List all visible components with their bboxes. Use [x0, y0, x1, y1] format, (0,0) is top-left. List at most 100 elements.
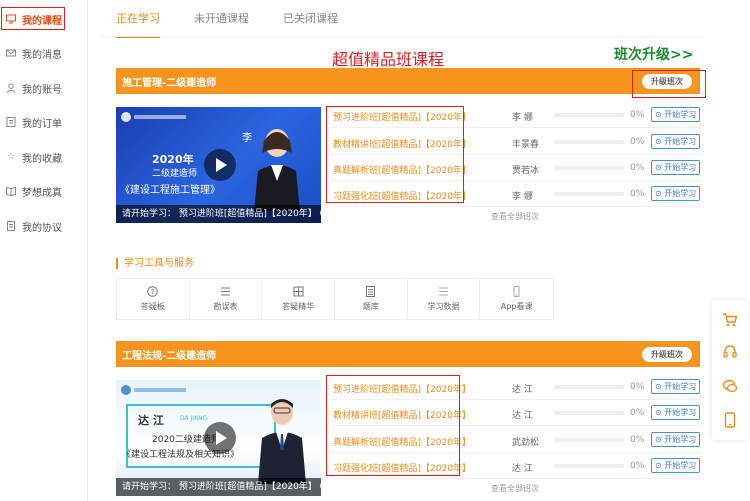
video-cert: 二级建造师 — [152, 169, 198, 179]
progress-percent: 0% — [630, 189, 645, 199]
progress-bar — [554, 411, 624, 415]
progress-bar — [554, 464, 624, 468]
tab-studying[interactable]: 正在学习 — [116, 8, 160, 38]
progress-percent: 0% — [630, 408, 645, 418]
progress-bar — [554, 192, 624, 196]
start-study-label: 开始学习 — [664, 435, 697, 444]
start-study-button[interactable]: ⊙ 开始学习 — [651, 458, 701, 473]
sidebar-item-label: 我的收藏 — [22, 153, 62, 165]
play-circle-icon: ⊙ — [655, 137, 662, 146]
video-caption: 请开始学习： 预习进阶班[超值精品]【2020年】 0% — [116, 205, 321, 223]
video-year: 2020年 — [152, 153, 194, 166]
floating-toolbar — [712, 300, 748, 440]
doc-icon — [6, 221, 16, 231]
doc-icon — [365, 286, 376, 298]
play-circle-icon: ⊙ — [655, 435, 662, 444]
start-study-label: 开始学习 — [664, 137, 697, 146]
data-icon — [438, 286, 449, 298]
play-circle-icon: ⊙ — [655, 408, 662, 417]
tool-label: 答疑板 — [140, 302, 165, 311]
view-all-classes-link[interactable]: 查看全部班次 — [491, 211, 539, 222]
highlight-box-upgrade — [632, 70, 706, 98]
sidebar-item-label: 我的消息 — [22, 49, 62, 61]
start-study-label: 开始学习 — [664, 461, 697, 470]
start-study-button[interactable]: ⊙ 开始学习 — [651, 107, 701, 122]
sidebar-item-label: 我的协议 — [22, 222, 62, 234]
cart-icon[interactable] — [722, 312, 738, 328]
grid-icon — [293, 286, 304, 298]
tool-label: 答疑精华 — [282, 302, 315, 311]
brand-logo — [121, 112, 186, 122]
tool-app-watch[interactable]: App看课 — [480, 279, 553, 319]
video-caption: 请开始学习： 预习进阶班[超值精品]【2020年】 0% — [116, 478, 321, 496]
list-icon — [220, 286, 231, 298]
course-video-thumbnail[interactable]: 2020年 二级建造师 《建设工程施工管理》 李 请开始学习： 预习进阶班[超值… — [116, 107, 321, 223]
start-study-label: 开始学习 — [664, 189, 697, 198]
play-icon[interactable] — [204, 422, 236, 454]
sidebar-item-favorites[interactable]: ☆ 我的收藏 — [0, 145, 88, 169]
sidebar-item-label: 我的订单 — [22, 118, 62, 130]
teacher-name: 达 江 — [512, 411, 533, 421]
start-study-button[interactable]: ⊙ 开始学习 — [651, 405, 701, 420]
start-study-label: 开始学习 — [664, 163, 697, 172]
progress-percent: 0% — [630, 461, 645, 471]
teacher-photo — [254, 129, 300, 211]
sidebar-item-agreement[interactable]: 我的协议 — [0, 214, 88, 238]
progress-percent: 0% — [630, 435, 645, 445]
svg-text:?: ? — [151, 288, 155, 296]
upgrade-class-link[interactable]: 班次升级>> — [614, 44, 693, 64]
sidebar-item-account[interactable]: 我的账号 — [0, 76, 88, 100]
tool-errata[interactable]: 勘误表 — [190, 279, 263, 319]
tab-not-opened[interactable]: 未开通课程 — [194, 8, 249, 32]
course-video-thumbnail[interactable]: 达 江 DA JIANG 2020二级建造师 《建设工程法规及相关知识》 请开始… — [116, 380, 321, 496]
play-icon[interactable] — [204, 149, 236, 181]
question-icon: ? — [147, 286, 159, 298]
start-study-button[interactable]: ⊙ 开始学习 — [651, 379, 701, 394]
chat-icon[interactable] — [722, 378, 738, 394]
order-icon — [6, 117, 16, 127]
tool-qa-board[interactable]: ? 答疑板 — [117, 279, 190, 319]
start-study-button[interactable]: ⊙ 开始学习 — [651, 432, 701, 447]
sidebar-item-messages[interactable]: 我的消息 — [0, 41, 88, 65]
page: 我的课程 我的消息 我的账号 我的订单 ☆ 我的收藏 梦想成真 我的协议 正在学… — [0, 0, 750, 501]
star-icon: ☆ — [6, 152, 16, 162]
sidebar-item-label: 梦想成真 — [22, 187, 62, 199]
start-study-button[interactable]: ⊙ 开始学习 — [651, 186, 701, 201]
tool-label: 学习数据 — [427, 302, 460, 311]
play-circle-icon: ⊙ — [655, 163, 662, 172]
tools-grid: ? 答疑板 勘误表 答疑精华 题库 学习数据 App看课 — [116, 278, 554, 320]
tool-qa-essence[interactable]: 答疑精华 — [262, 279, 336, 319]
view-all-classes-link[interactable]: 查看全部班次 — [491, 483, 539, 494]
tablet-icon[interactable] — [722, 412, 738, 428]
start-study-label: 开始学习 — [664, 382, 697, 391]
course-title: 施工管理-二级建造师 — [122, 77, 217, 89]
tool-question-bank[interactable]: 题库 — [335, 279, 408, 319]
tool-label: App看课 — [500, 302, 533, 311]
teacher-name: 达 江 — [512, 464, 533, 474]
start-study-button[interactable]: ⊙ 开始学习 — [651, 160, 701, 175]
teacher-name: 李 娜 — [512, 113, 533, 123]
progress-bar — [554, 438, 624, 442]
progress-percent: 0% — [630, 382, 645, 392]
tool-study-data[interactable]: 学习数据 — [408, 279, 481, 319]
play-circle-icon: ⊙ — [655, 189, 662, 198]
play-circle-icon: ⊙ — [655, 382, 662, 391]
teacher-name: 李 娜 — [512, 192, 533, 202]
teacher-name: 丰景春 — [512, 140, 540, 150]
mail-icon — [6, 48, 16, 58]
highlight-box-classes — [326, 375, 460, 476]
tab-bar: 正在学习 未开通课程 已关闭课程 — [116, 8, 372, 38]
sidebar-item-dream[interactable]: 梦想成真 — [0, 179, 88, 203]
play-circle-icon: ⊙ — [655, 110, 662, 119]
tab-closed[interactable]: 已关闭课程 — [283, 8, 338, 32]
course-header: 工程法规-二级建造师 升级班次 — [116, 341, 700, 367]
brand-logo — [121, 385, 186, 395]
headset-icon[interactable] — [722, 344, 738, 360]
highlight-box-classes — [326, 106, 464, 203]
start-study-button[interactable]: ⊙ 开始学习 — [651, 134, 701, 149]
sidebar-item-orders[interactable]: 我的订单 — [0, 110, 88, 134]
upgrade-button[interactable]: 升级班次 — [642, 347, 692, 362]
play-circle-icon: ⊙ — [655, 461, 662, 470]
progress-percent: 0% — [630, 163, 645, 173]
start-study-label: 开始学习 — [664, 408, 697, 417]
